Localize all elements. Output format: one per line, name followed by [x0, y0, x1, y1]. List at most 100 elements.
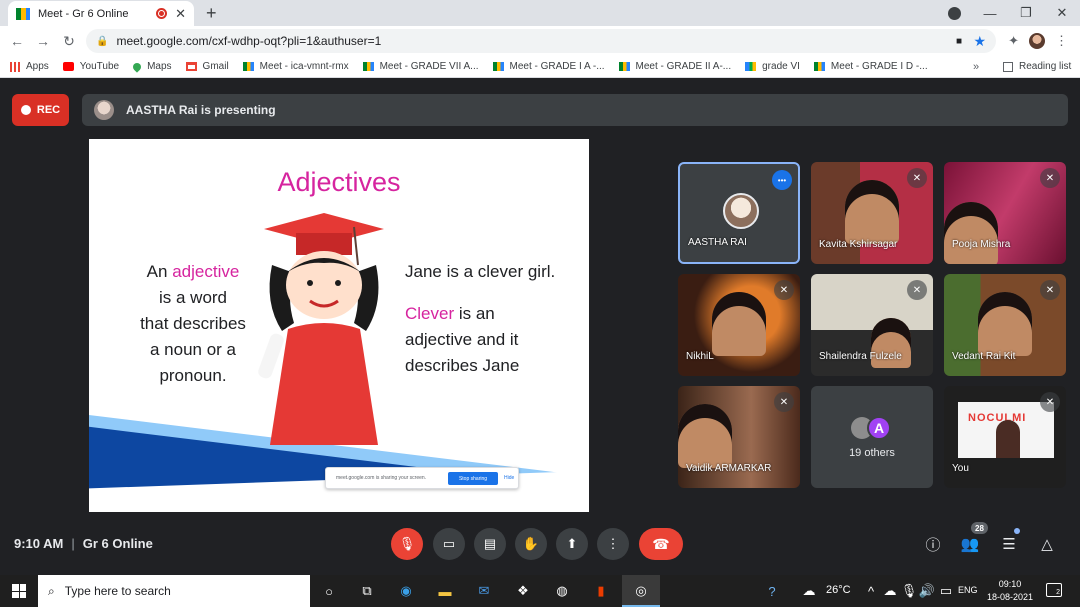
system-clock[interactable]: 09:10 18-08-2021 [985, 578, 1035, 604]
browser-menu-icon[interactable]: ⋮ [1055, 33, 1068, 49]
close-window-button[interactable]: ✕ [1044, 5, 1080, 21]
taskbar-search[interactable]: ⌕ Type here to search [38, 575, 310, 607]
participant-name: Vaidik ARMARKAR [686, 463, 772, 474]
bookmark-gmail[interactable]: Gmail [185, 61, 229, 72]
presenting-text: AASTHA Rai is presenting [126, 103, 276, 117]
captions-button[interactable]: ▤ [474, 528, 506, 560]
apps-icon [10, 61, 20, 72]
volume-icon[interactable]: 🔊 [918, 583, 936, 599]
mic-off-icon: ✕ [907, 280, 927, 300]
leave-call-button[interactable]: ☎ [639, 528, 683, 560]
separator: | [71, 536, 75, 551]
profile-avatar[interactable] [1029, 33, 1045, 49]
present-now-button[interactable]: ⬆ [556, 528, 588, 560]
chat-button[interactable]: ☰ [997, 532, 1021, 556]
stop-sharing-button[interactable]: Stop sharing [448, 472, 498, 485]
mail-icon[interactable]: ✉ [475, 583, 493, 599]
participant-video [845, 180, 899, 244]
mic-off-icon: ✕ [774, 280, 794, 300]
youtube-icon [62, 62, 74, 71]
maximize-button[interactable]: ❐ [1008, 5, 1044, 21]
chrome-taskbar-button[interactable]: ◎ [622, 575, 660, 607]
bookmark-youtube[interactable]: YouTube [62, 61, 120, 72]
participant-tile[interactable]: ✕ Vaidik ARMARKAR [678, 386, 800, 488]
bookmark-apps[interactable]: Apps [10, 61, 49, 72]
bookmark-meet-5[interactable]: Meet - GRADE I D -... [813, 61, 928, 72]
extensions-icon[interactable]: ✦ [1008, 33, 1019, 49]
reload-icon[interactable]: ↻ [56, 33, 82, 50]
minimize-button[interactable]: — [972, 6, 1008, 21]
activities-button[interactable]: △ [1035, 532, 1059, 556]
people-icon: 👥 [960, 536, 980, 553]
microphone-icon[interactable]: 🎙 [900, 583, 918, 599]
onedrive-icon[interactable]: ☁ [881, 583, 899, 599]
edge-icon[interactable]: ◉ [397, 583, 415, 599]
reading-list-button[interactable]: Reading list [1003, 61, 1071, 72]
meet-icon [813, 62, 825, 71]
participant-tile[interactable]: ✕ Vedant Rai Kit [944, 274, 1066, 376]
camera-toggle-button[interactable]: ▭ [433, 528, 465, 560]
address-bar[interactable]: 🔒 meet.google.com/cxf-wdhp-oqt?pli=1&aut… [86, 29, 996, 53]
hide-button[interactable]: Hide [504, 475, 514, 481]
task-view-icon[interactable]: ⧉ [358, 583, 376, 599]
meeting-name: Gr 6 Online [82, 536, 153, 551]
input-language[interactable]: ENG [958, 585, 978, 595]
more-vert-icon: ⋮ [606, 536, 620, 551]
temperature[interactable]: 26°C [826, 584, 851, 596]
participant-tile[interactable]: ••• AASTHA RAI [678, 162, 800, 264]
dropbox-icon[interactable]: ❖ [514, 583, 532, 599]
raise-hand-button[interactable]: ✋ [515, 528, 547, 560]
people-button[interactable]: 👥 [958, 532, 982, 556]
participant-tile[interactable]: ✕ Pooja Mishra [944, 162, 1066, 264]
participant-name: Pooja Mishra [952, 239, 1011, 250]
mic-toggle-button[interactable]: 🎙 [391, 528, 423, 560]
recording-badge[interactable]: REC [12, 94, 69, 126]
bookmark-maps[interactable]: Maps [131, 60, 172, 73]
more-options-button[interactable]: ⋮ [597, 528, 629, 560]
cortana-icon[interactable]: ○ [320, 583, 338, 599]
participant-tile[interactable]: ✕ Shailendra Fulzele [811, 274, 933, 376]
chrome-icon: ◎ [635, 583, 647, 598]
app-icon[interactable]: ◍ [553, 583, 571, 599]
bookmark-star-icon[interactable]: ★ [973, 33, 986, 50]
participant-count-badge: 28 [971, 522, 988, 534]
bookmark-meet-4[interactable]: Meet - GRADE II A-... [618, 61, 731, 72]
back-icon[interactable]: ← [4, 33, 30, 49]
profile-menu-icon[interactable] [948, 7, 961, 20]
participant-video [996, 420, 1020, 458]
browser-tab[interactable]: Meet - Gr 6 Online ✕ [8, 1, 194, 26]
self-tile[interactable]: NOCULMI ✕ You [944, 386, 1066, 488]
bookmark-grade-vi[interactable]: grade VI [745, 61, 800, 72]
show-hidden-icons[interactable]: ^ [862, 583, 880, 599]
others-tile[interactable]: A 19 others [811, 386, 933, 488]
participant-avatar: A [867, 416, 891, 440]
camera-in-use-icon[interactable]: ■ [956, 36, 962, 47]
close-tab-icon[interactable]: ✕ [175, 6, 186, 22]
display-icon[interactable]: ▭ [937, 583, 955, 599]
bookmark-label: Meet - GRADE VII A... [379, 61, 479, 72]
bookmark-meet-2[interactable]: Meet - GRADE VII A... [362, 61, 479, 72]
meet-icon [16, 7, 30, 20]
weather-icon[interactable]: ☁ [800, 583, 818, 599]
captions-icon: ▤ [483, 536, 497, 551]
participant-tile[interactable]: ✕ NikhiL [678, 274, 800, 376]
meeting-details-button[interactable]: ⓘ [921, 532, 945, 556]
office-icon[interactable]: ▮ [592, 583, 610, 599]
bookmarks-bar: Apps YouTube Maps Gmail Meet - ica-vmnt-… [0, 56, 1080, 78]
participant-name: Kavita Kshirsagar [819, 239, 898, 250]
record-dot-icon [20, 105, 31, 115]
notifications-icon[interactable]: 2 [1046, 583, 1062, 597]
lock-icon[interactable]: 🔒 [96, 36, 108, 47]
sharing-notification: meet.google.com is sharing your screen. … [325, 467, 519, 489]
bookmark-meet-3[interactable]: Meet - GRADE I A -... [492, 61, 605, 72]
participant-tile[interactable]: ✕ Kavita Kshirsagar [811, 162, 933, 264]
file-explorer-icon[interactable]: ▬ [436, 583, 454, 599]
start-button[interactable] [0, 575, 38, 607]
new-tab-button[interactable]: + [206, 3, 217, 24]
more-bookmarks-button[interactable]: » [973, 61, 979, 73]
forward-icon[interactable]: → [30, 33, 56, 49]
help-icon[interactable]: ? [763, 583, 781, 599]
maps-icon [131, 60, 143, 73]
bookmark-label: YouTube [79, 61, 120, 72]
bookmark-meet-1[interactable]: Meet - ica-vmnt-rmx [242, 61, 349, 72]
